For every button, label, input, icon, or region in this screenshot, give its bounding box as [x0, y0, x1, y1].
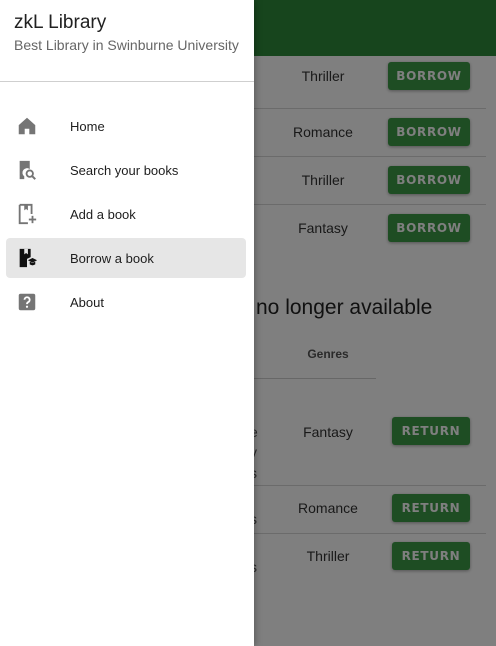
nav-item-label: Borrow a book [70, 250, 154, 266]
nav-item-about[interactable]: About [6, 282, 246, 322]
drawer-title: zkL Library [14, 12, 107, 33]
nav-item-search-books[interactable]: Search your books [6, 150, 246, 190]
nav-item-add-book[interactable]: Add a book [6, 194, 246, 234]
drawer-divider [0, 81, 254, 82]
drawer-scrim[interactable] [254, 0, 496, 646]
nav-item-label: Search your books [70, 162, 179, 178]
nav-item-label: Home [70, 118, 105, 134]
nav-item-label: About [70, 294, 104, 310]
navigation-drawer: zkL Library Best Library in Swinburne Un… [0, 0, 254, 646]
help-icon [16, 291, 38, 313]
book-search-icon [16, 159, 38, 181]
nav-item-label: Add a book [70, 206, 136, 222]
nav-item-borrow-book[interactable]: Borrow a book [6, 238, 246, 278]
book-borrow-icon [16, 247, 38, 269]
nav-item-home[interactable]: Home [6, 106, 246, 146]
drawer-subtitle: Best Library in Swinburne University [14, 37, 239, 53]
home-icon [16, 115, 38, 137]
book-add-icon [16, 203, 38, 225]
